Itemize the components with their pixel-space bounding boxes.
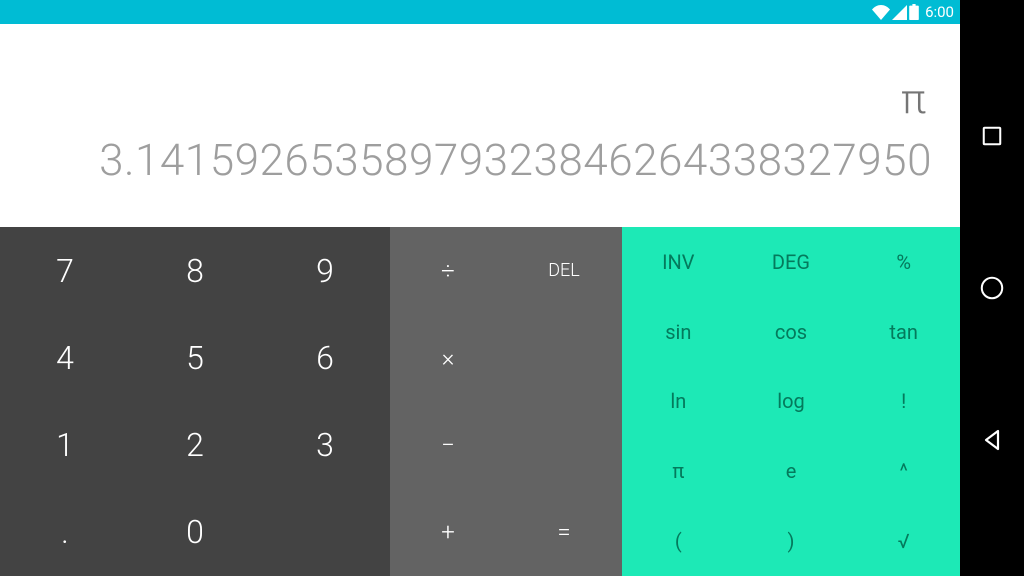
digit-0-button[interactable]: 0	[130, 489, 260, 576]
right-paren-button[interactable]: )	[735, 506, 848, 576]
delete-button[interactable]: DEL	[506, 227, 622, 314]
divide-button[interactable]: ÷	[390, 227, 506, 314]
factorial-button[interactable]: !	[847, 367, 960, 437]
log-button[interactable]: log	[735, 367, 848, 437]
wifi-icon	[872, 5, 890, 20]
sqrt-button[interactable]: √	[847, 506, 960, 576]
percent-button[interactable]: %	[847, 227, 960, 297]
tan-button[interactable]: tan	[847, 297, 960, 367]
cos-button[interactable]: cos	[735, 297, 848, 367]
degree-mode-button[interactable]: DEG	[735, 227, 848, 297]
sin-button[interactable]: sin	[622, 297, 735, 367]
decimal-point-button[interactable]: .	[0, 489, 130, 576]
multiply-button[interactable]: ×	[390, 314, 506, 401]
home-button[interactable]	[968, 264, 1016, 312]
cellular-icon	[892, 5, 907, 20]
minus-button[interactable]: −	[390, 402, 506, 489]
digit-9-button[interactable]: 9	[260, 227, 390, 314]
digit-2-button[interactable]: 2	[130, 402, 260, 489]
expression-line: π	[901, 75, 932, 124]
battery-icon	[909, 4, 919, 20]
status-bar: 6:00	[0, 0, 960, 24]
power-button[interactable]: ^	[847, 436, 960, 506]
equals-button[interactable]: =	[506, 489, 622, 576]
empty-op-slot-2	[506, 402, 622, 489]
operator-pad: ÷ DEL × − + =	[390, 227, 622, 576]
keypad: 7 8 9 4 5 6 1 2 3 . 0 = ÷ DEL × − +	[0, 227, 960, 576]
digit-4-button[interactable]: 4	[0, 314, 130, 401]
e-button[interactable]: e	[735, 436, 848, 506]
empty-op-slot-1	[506, 314, 622, 401]
result-line: 3.14159265358979323846264338327950	[99, 134, 932, 186]
recent-apps-button[interactable]	[968, 112, 1016, 160]
digit-pad: 7 8 9 4 5 6 1 2 3 . 0 =	[0, 227, 390, 576]
calculator-display: π 3.14159265358979323846264338327950	[0, 24, 960, 227]
left-paren-button[interactable]: (	[622, 506, 735, 576]
inverse-button[interactable]: INV	[622, 227, 735, 297]
digit-8-button[interactable]: 8	[130, 227, 260, 314]
ln-button[interactable]: ln	[622, 367, 735, 437]
digit-6-button[interactable]: 6	[260, 314, 390, 401]
scientific-pad: INV DEG % sin cos tan ln log ! π e ^ ( )…	[622, 227, 960, 576]
digit-5-button[interactable]: 5	[130, 314, 260, 401]
digit-1-button[interactable]: 1	[0, 402, 130, 489]
plus-button[interactable]: +	[390, 489, 506, 576]
status-time: 6:00	[925, 3, 954, 21]
pi-button[interactable]: π	[622, 436, 735, 506]
android-nav-bar	[960, 0, 1024, 576]
back-button[interactable]	[968, 416, 1016, 464]
digit-3-button[interactable]: 3	[260, 402, 390, 489]
digit-7-button[interactable]: 7	[0, 227, 130, 314]
